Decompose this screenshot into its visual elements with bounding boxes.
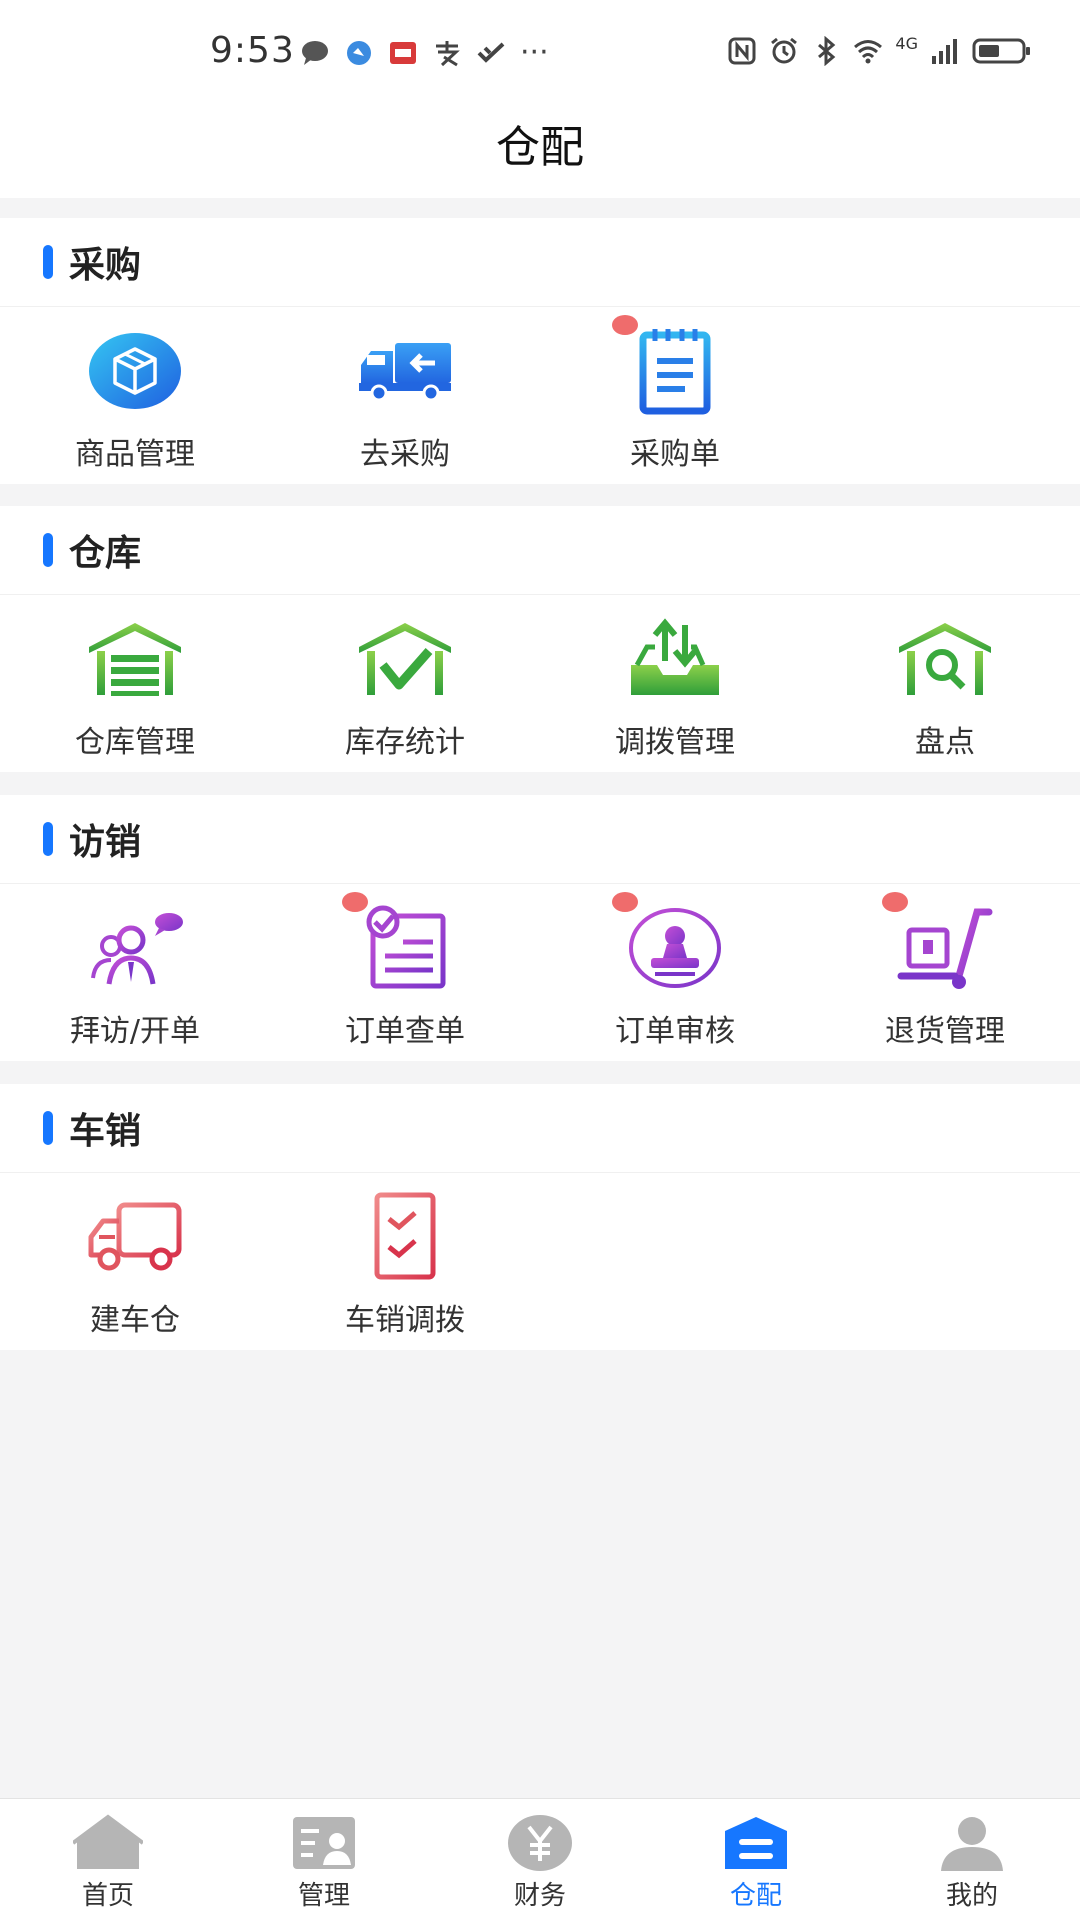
- signal-icon: [932, 39, 957, 64]
- menu-item-order-inquiry[interactable]: 订单查单: [270, 884, 540, 1061]
- menu-item-transfer-management[interactable]: 调拨管理: [540, 595, 810, 772]
- menu-item-label: 库存统计: [345, 725, 465, 760]
- menu-item-label: 去采购: [360, 437, 450, 472]
- section-grid: 商品管理 去采购 采购单: [0, 307, 1080, 484]
- user-icon: [937, 1813, 1007, 1873]
- alarm-icon: [771, 37, 798, 64]
- section-title: 仓库: [69, 533, 142, 574]
- warehouse-icon: [85, 613, 185, 703]
- order-checklist-icon: [355, 902, 455, 992]
- menu-item-label: 订单审核: [615, 1014, 735, 1049]
- section-header: 车销: [0, 1084, 1080, 1173]
- section-title: 访销: [69, 822, 142, 863]
- page-title: 仓配: [496, 122, 584, 173]
- nav-label: 财务: [513, 1881, 566, 1911]
- menu-item-purchase-order[interactable]: 采购单: [540, 307, 810, 484]
- wifi-icon: [854, 40, 883, 64]
- system-icons: 4G: [727, 33, 1032, 66]
- nav-tab-finance[interactable]: 财务: [432, 1799, 648, 1921]
- section-vehicle-sales: 车销 建车仓 车销调拨: [0, 1084, 1080, 1350]
- alipay-icon: [436, 41, 460, 67]
- nav-label: 仓配: [729, 1881, 782, 1911]
- menu-item-label: 订单查单: [345, 1014, 465, 1049]
- nfc-icon: [728, 37, 756, 65]
- transfer-tray-icon: [625, 613, 725, 703]
- bottom-nav: 首页 管理 财务 仓配 我的: [0, 1798, 1080, 1921]
- status-bar: 9:53 ··· 4G: [0, 0, 1080, 110]
- section-accent-bar: [43, 822, 53, 856]
- warehouse-check-icon: [355, 613, 455, 703]
- section-grid: 仓库管理 库存统计 调拨管理 盘点: [0, 595, 1080, 772]
- header: 仓配: [0, 110, 1080, 198]
- chat-bubble-icon: [302, 41, 328, 65]
- nav-tab-mine[interactable]: 我的: [864, 1799, 1080, 1921]
- menu-item-warehouse-management[interactable]: 仓库管理: [0, 595, 270, 772]
- notification-badge: [612, 315, 638, 335]
- stamp-icon: [625, 902, 725, 992]
- section-header: 访销: [0, 795, 1080, 884]
- nav-tab-warehouse[interactable]: 仓配: [648, 1799, 864, 1921]
- warehouse-nav-icon: [721, 1813, 791, 1873]
- checklist-icon: [355, 1191, 455, 1281]
- status-time: 9:53: [210, 30, 295, 71]
- menu-item-label: 车销调拨: [345, 1303, 465, 1338]
- section-title: 车销: [69, 1111, 142, 1152]
- warehouse-search-icon: [895, 613, 995, 703]
- menu-item-label: 商品管理: [75, 437, 195, 472]
- menu-item-label: 调拨管理: [615, 725, 735, 760]
- menu-item-stocktaking[interactable]: 盘点: [810, 595, 1080, 772]
- menu-item-label: 退货管理: [885, 1014, 1005, 1049]
- notification-badge: [882, 892, 908, 912]
- notepad-icon: [625, 325, 725, 415]
- home-icon: [73, 1813, 143, 1873]
- section-accent-bar: [43, 245, 53, 279]
- nav-tab-management[interactable]: 管理: [216, 1799, 432, 1921]
- notification-badge: [612, 892, 638, 912]
- network-type: 4G: [895, 33, 918, 53]
- nav-label: 首页: [81, 1881, 134, 1911]
- menu-item-label: 仓库管理: [75, 725, 195, 760]
- app-notification-icon: [347, 41, 371, 65]
- menu-item-visit-order[interactable]: 拜访/开单: [0, 884, 270, 1061]
- section-visit-sales: 访销 拜访/开单 订单查单 订单审核 退货管理: [0, 795, 1080, 1061]
- battery-icon: [972, 38, 1030, 64]
- section-title: 采购: [69, 245, 142, 286]
- hand-cart-icon: [895, 902, 995, 992]
- section-header: 仓库: [0, 506, 1080, 595]
- more-notifications: ···: [520, 35, 549, 70]
- section-warehouse: 仓库 仓库管理 库存统计 调拨管理 盘点: [0, 506, 1080, 772]
- visit-people-icon: [85, 902, 185, 992]
- section-header: 采购: [0, 218, 1080, 307]
- menu-item-label: 建车仓: [90, 1303, 180, 1338]
- menu-item-inventory-statistics[interactable]: 库存统计: [270, 595, 540, 772]
- notification-badge: [342, 892, 368, 912]
- section-grid: 拜访/开单 订单查单 订单审核 退货管理: [0, 884, 1080, 1061]
- menu-item-label: 拜访/开单: [69, 1014, 201, 1049]
- menu-item-order-review[interactable]: 订单审核: [540, 884, 810, 1061]
- menu-item-return-management[interactable]: 退货管理: [810, 884, 1080, 1061]
- app-check-icon: [477, 42, 505, 63]
- nav-tab-home[interactable]: 首页: [0, 1799, 216, 1921]
- nav-label: 我的: [945, 1881, 998, 1911]
- red-app-icon: [390, 42, 416, 64]
- menu-item-go-purchase[interactable]: 去采购: [270, 307, 540, 484]
- management-icon: [289, 1813, 359, 1873]
- notification-icons: ···: [300, 38, 549, 68]
- delivery-truck-icon: [355, 325, 455, 415]
- yuan-icon: [505, 1813, 575, 1873]
- section-grid: 建车仓 车销调拨: [0, 1173, 1080, 1350]
- menu-item-vehicle-sales-transfer[interactable]: 车销调拨: [270, 1173, 540, 1350]
- section-accent-bar: [43, 1111, 53, 1145]
- section-accent-bar: [43, 533, 53, 567]
- bluetooth-icon: [818, 36, 836, 66]
- section-purchase: 采购 商品管理 去采购 采购单: [0, 218, 1080, 484]
- menu-item-label: 盘点: [915, 725, 975, 760]
- menu-item-product-management[interactable]: 商品管理: [0, 307, 270, 484]
- nav-label: 管理: [297, 1881, 350, 1911]
- menu-item-create-vehicle-warehouse[interactable]: 建车仓: [0, 1173, 270, 1350]
- truck-outline-icon: [85, 1191, 185, 1281]
- menu-item-label: 采购单: [630, 437, 720, 472]
- box-icon: [85, 325, 185, 415]
